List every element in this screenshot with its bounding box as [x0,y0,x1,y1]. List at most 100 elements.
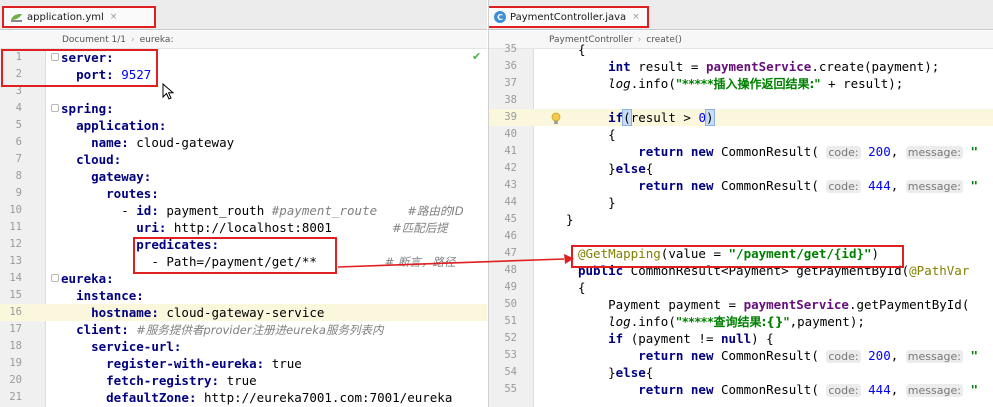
java-editor-pane: C PaymentController.java × PaymentContro… [488,0,993,407]
line-number: 20 [9,374,22,386]
code-text: @GetMapping(value = "/payment/get/{id}") [578,246,880,261]
line-number: 49 [504,281,517,293]
code-text: public CommonResult<Payment> getPaymentB… [578,263,970,278]
current-code-line: 16 hostname: cloud-gateway-service [0,304,487,321]
line-number: 40 [504,128,517,140]
code-line: 50 Payment payment = paymentService.getP… [489,296,993,313]
code-line: 44 } [489,194,993,211]
code-text: port: 9527 [76,67,152,82]
tab-application-yml[interactable]: application.yml × [2,6,156,28]
tab-payment-controller-java[interactable]: C PaymentController.java × [489,6,649,28]
code-text: name: cloud-gateway [91,135,235,150]
code-text: spring: [61,101,114,116]
line-number: 1 [15,51,22,63]
line-number: 37 [504,77,517,89]
code-text: uri: http://localhost:8001 #匹配后提 [136,220,448,235]
tab-label: PaymentController.java [510,11,627,23]
fold-icon[interactable] [51,53,59,61]
close-icon[interactable]: × [110,12,118,22]
line-number: 39 [504,111,517,123]
code-line: 20 fetch-registry: true [0,372,487,389]
line-number: 21 [9,391,22,403]
right-tab-bar: C PaymentController.java × [489,0,993,30]
close-icon[interactable]: × [632,12,640,22]
code-line: 46 [489,228,993,245]
code-text: defaultZone: http://eureka7001.com:7001/… [106,390,453,405]
code-line: 48 public CommonResult<Payment> getPaymen… [489,262,993,279]
line-number: 53 [504,349,517,361]
code-text: } [608,195,616,210]
code-text: fetch-registry: true [106,373,257,388]
code-line: 14 eureka: [0,270,487,287]
code-text: log.info("*****查询结果:{}",payment); [608,314,865,329]
breadcrumb-item[interactable]: Document 1/1 [62,35,126,45]
code-line: 12 predicates: [0,236,487,253]
code-text: eureka: [61,271,114,286]
code-line: 21 defaultZone: http://eureka7001.com:70… [0,389,487,406]
code-text: instance: [76,288,144,303]
line-number: 36 [504,60,517,72]
line-number: 46 [504,230,517,242]
current-code-line: 39 if(result > 0) [489,109,993,126]
code-text: if(result > 0) [608,109,715,126]
code-line: 2 port: 9527 [0,66,487,83]
fold-icon[interactable] [51,274,59,282]
line-number: 17 [9,323,22,335]
left-tab-bar: application.yml × [0,0,487,30]
code-text: service-url: [91,339,182,354]
code-line: 40 { [489,126,993,143]
code-text: register-with-eureka: true [106,356,302,371]
line-number: 9 [15,187,22,199]
yaml-editor-pane: application.yml × Document 1/1 › eureka:… [0,0,487,407]
code-text: predicates: [136,237,220,252]
code-line: 4 spring: [0,100,487,117]
line-number: 41 [504,145,517,157]
line-number: 52 [504,332,517,344]
code-text: }else{ [608,365,654,380]
code-text: return new CommonResult( code: 200, mess… [638,348,978,363]
line-number: 5 [15,119,22,131]
code-text: server: [61,50,114,65]
breadcrumb: Document 1/1 › eureka: [0,31,487,49]
code-text: client: #服务提供者provider注册进eureka服务列表内 [76,322,384,337]
line-number: 18 [9,340,22,352]
code-text: } [566,212,574,227]
line-number: 50 [504,298,517,310]
line-number: 54 [504,366,517,378]
code-text: if (payment != null) { [608,331,774,346]
code-text: return new CommonResult( code: 200, mess… [638,144,978,159]
code-line: 45} [489,211,993,228]
breadcrumb-item[interactable]: eureka: [140,35,174,45]
line-number: 12 [9,238,22,250]
line-number: 19 [9,357,22,369]
line-number: 13 [9,255,22,267]
code-text: }else{ [608,161,654,176]
code-text: { [608,127,616,142]
code-text: return new CommonResult( code: 444, mess… [638,178,978,193]
line-number: 38 [504,94,517,106]
code-line: 36 int result = paymentService.create(pa… [489,58,993,75]
code-line: 38 [489,92,993,109]
code-text: - id: payment_routh #payment_route #路由的I… [121,203,464,218]
code-line: 49 { [489,279,993,296]
code-line: 54 }else{ [489,364,993,381]
fold-icon[interactable] [51,104,59,112]
code-line: 10 - id: payment_routh #payment_route #路… [0,202,487,219]
code-line: 51 log.info("*****查询结果:{}",payment); [489,313,993,330]
code-text: { [578,42,586,57]
code-line: 52 if (payment != null) { [489,330,993,347]
line-number: 16 [9,306,22,318]
code-line: 8 gateway: [0,168,487,185]
code-text: return new CommonResult( code: 444, mess… [638,382,978,397]
line-number: 43 [504,179,517,191]
lightbulb-icon[interactable] [551,112,561,126]
code-text: log.info("*****插入操作返回结果:" + result); [608,76,904,91]
tab-label: application.yml [27,11,104,23]
line-number: 3 [15,85,22,97]
code-text: int result = paymentService.create(payme… [608,59,940,74]
java-class-icon: C [494,11,506,23]
code-text: cloud: [76,152,122,167]
line-number: 7 [15,153,22,165]
line-number: 2 [15,68,22,80]
line-number: 48 [504,264,517,276]
